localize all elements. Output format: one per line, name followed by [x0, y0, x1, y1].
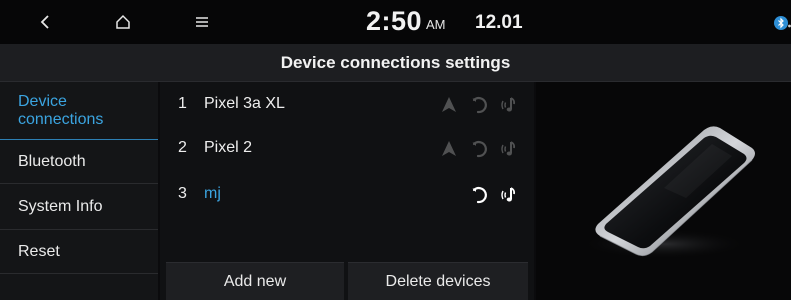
device-row[interactable]: 1 Pixel 3a XL	[160, 82, 534, 128]
sidebar-item-label: Reset	[18, 243, 60, 260]
status-bar: 2:50 AM 12.01	[0, 0, 791, 44]
sidebar-item-reset[interactable]: Reset	[0, 230, 158, 274]
back-button[interactable]	[30, 0, 60, 44]
smartphone-image	[574, 126, 755, 260]
device-name: mj	[204, 185, 221, 202]
device-number: 3	[178, 185, 187, 202]
device-name: Pixel 2	[204, 139, 253, 156]
sidebar-item-device-connections[interactable]: Device connections	[0, 82, 158, 140]
device-name: Pixel 3a XL	[204, 95, 285, 112]
bluetooth-audio-icon	[501, 97, 516, 112]
device-number: 2	[178, 139, 187, 156]
sidebar-item-label: System Info	[18, 198, 103, 215]
sidebar-item-label: Bluetooth	[18, 153, 86, 170]
divider	[0, 273, 158, 274]
title-bar: Device connections settings	[0, 44, 791, 82]
menu-button[interactable]	[190, 0, 214, 44]
sidebar-item-bluetooth[interactable]: Bluetooth	[0, 140, 158, 184]
home-button[interactable]	[108, 0, 138, 44]
android-auto-icon	[442, 97, 456, 112]
delete-devices-button[interactable]: Delete devices	[348, 262, 528, 300]
device-row[interactable]: 3 mj	[160, 172, 534, 218]
phone-handset-icon	[472, 141, 487, 158]
phone-handset-icon	[472, 97, 487, 114]
page-title: Device connections settings	[280, 53, 511, 72]
device-row[interactable]: 2 Pixel 2	[160, 126, 534, 172]
sidebar-item-label: Device connections	[18, 93, 104, 128]
android-auto-icon	[442, 141, 456, 156]
chevron-left-icon	[40, 15, 49, 29]
clock-ampm: AM	[426, 17, 446, 32]
date-display: 12.01	[475, 12, 523, 33]
bluetooth-audio-icon	[501, 187, 516, 202]
clock-time: 2:50	[366, 6, 423, 36]
bluetooth-connected-icon	[774, 16, 791, 30]
home-icon	[116, 14, 130, 29]
sidebar: Device connections Bluetooth System Info…	[0, 82, 158, 300]
hamburger-menu-icon	[196, 17, 208, 27]
bluetooth-audio-icon	[501, 141, 516, 156]
add-new-button[interactable]: Add new	[166, 262, 344, 300]
sidebar-item-system-info[interactable]: System Info	[0, 184, 158, 230]
device-number: 1	[178, 95, 187, 112]
phone-illustration	[536, 82, 791, 300]
phone-handset-icon	[472, 187, 487, 204]
